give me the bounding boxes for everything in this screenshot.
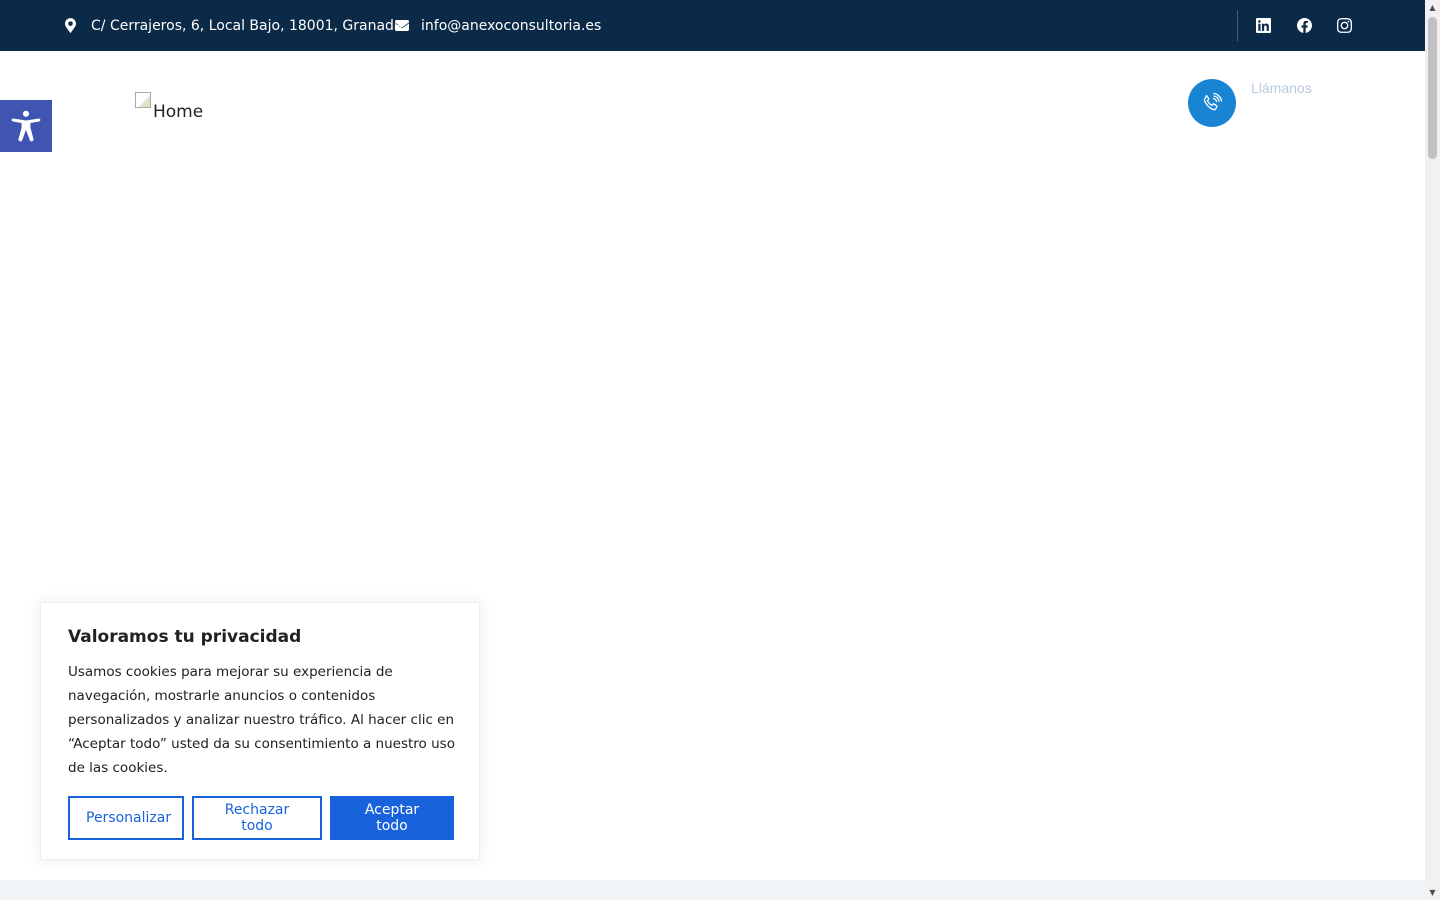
cookie-consent-banner: Valoramos tu privacidad Usamos cookies p… <box>40 602 480 860</box>
facebook-icon[interactable] <box>1295 16 1313 34</box>
customize-button[interactable]: Personalizar <box>68 796 184 840</box>
instagram-icon[interactable] <box>1335 16 1353 34</box>
phone-call-icon <box>1203 92 1223 111</box>
reject-all-button[interactable]: Rechazar todo <box>192 796 322 840</box>
page-scrollbar[interactable]: ▲ ▼ <box>1425 0 1440 900</box>
broken-image-icon <box>135 92 151 108</box>
next-section-band <box>0 880 1425 900</box>
scroll-down-arrow-icon[interactable]: ▼ <box>1425 885 1440 900</box>
logo-alt-text: Home <box>153 102 204 122</box>
address-item: C/ Cerrajeros, 6, Local Bajo, 18001, Gra… <box>65 0 403 51</box>
accessibility-button[interactable] <box>0 100 52 152</box>
scroll-up-arrow-icon[interactable]: ▲ <box>1425 0 1440 15</box>
accept-all-button[interactable]: Aceptar todo <box>330 796 454 840</box>
cookie-buttons: Personalizar Rechazar todo Aceptar todo <box>68 796 454 840</box>
map-marker-icon <box>65 18 76 33</box>
email-item[interactable]: info@anexoconsultoria.es <box>395 0 601 51</box>
email-link[interactable]: info@anexoconsultoria.es <box>421 18 601 34</box>
linkedin-icon[interactable] <box>1254 16 1272 34</box>
scrollbar-thumb[interactable] <box>1428 17 1437 159</box>
accessibility-icon <box>11 110 41 142</box>
envelope-icon <box>395 20 409 31</box>
address-text: C/ Cerrajeros, 6, Local Bajo, 18001, Gra… <box>91 17 403 34</box>
top-info-bar: C/ Cerrajeros, 6, Local Bajo, 18001, Gra… <box>0 0 1425 51</box>
call-label[interactable]: Llámanos <box>1251 80 1312 96</box>
topbar-divider <box>1237 10 1238 41</box>
call-button[interactable] <box>1188 79 1236 127</box>
site-logo[interactable]: Home <box>135 88 203 122</box>
cookie-description: Usamos cookies para mejorar su experienc… <box>68 664 455 776</box>
cookie-title: Valoramos tu privacidad <box>68 627 302 647</box>
